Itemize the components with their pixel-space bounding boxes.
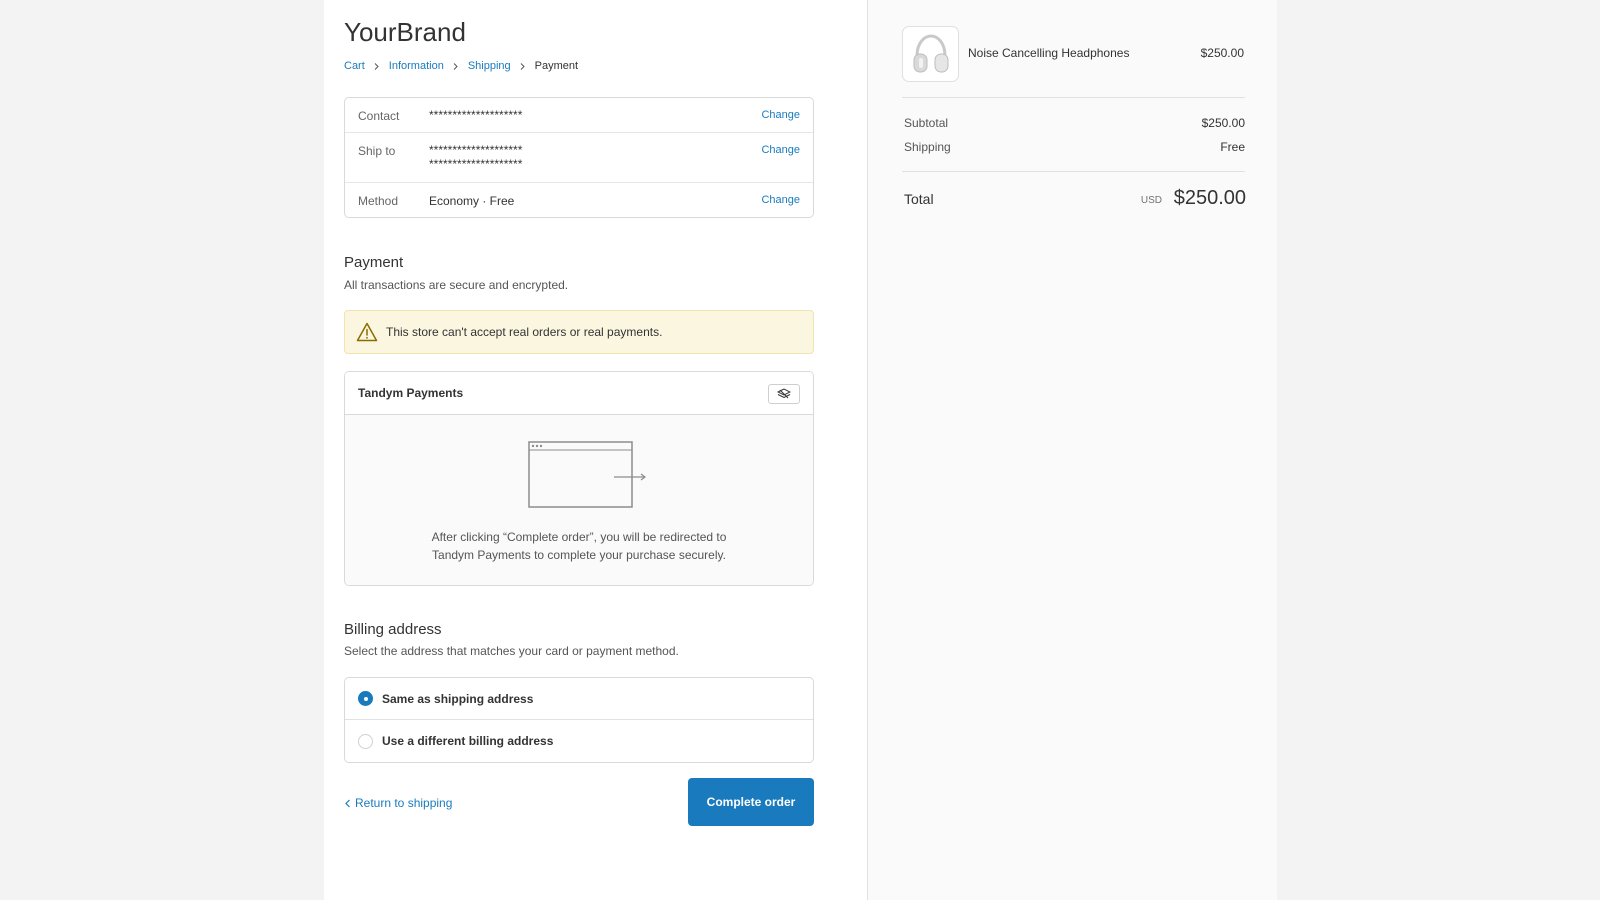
breadcrumb-cart[interactable]: Cart	[344, 60, 365, 72]
change-method-link[interactable]: Change	[761, 194, 800, 206]
payment-provider-logo	[768, 384, 800, 404]
review-row-contact: Contact ******************** Change	[345, 98, 813, 133]
billing-options: Same as shipping address Use a different…	[344, 677, 814, 763]
browser-redirect-icon	[528, 441, 646, 508]
chevron-right-icon	[374, 62, 379, 70]
breadcrumb: Cart Information Shipping Payment	[344, 60, 578, 72]
change-contact-link[interactable]: Change	[761, 109, 800, 121]
billing-option-same[interactable]: Same as shipping address	[345, 678, 813, 720]
review-row-method: Method Economy · Free Change	[345, 183, 813, 217]
warning-icon	[356, 322, 378, 342]
checkout-main: YourBrand Cart Information Shipping Paym…	[324, 0, 867, 900]
brand-logo[interactable]: YourBrand	[344, 17, 466, 48]
complete-order-button[interactable]: Complete order	[688, 778, 814, 826]
ship-to-line-2: ********************	[429, 157, 523, 171]
change-ship-to-link[interactable]: Change	[761, 144, 800, 156]
subtotal-value: $250.00	[1201, 116, 1245, 130]
review-row-ship-to: Ship to ******************** ***********…	[345, 133, 813, 183]
chevron-right-icon	[453, 62, 458, 70]
method-value: Economy · Free	[429, 194, 515, 208]
breadcrumb-information[interactable]: Information	[389, 60, 444, 72]
total-value: $250.00	[1173, 187, 1246, 209]
product-thumbnail	[902, 26, 959, 82]
order-summary: Noise Cancelling Headphones $250.00 Subt…	[867, 0, 1277, 900]
redirect-message: After clicking “Complete order”, you wil…	[345, 528, 813, 564]
billing-option-label: Same as shipping address	[382, 691, 534, 706]
contact-value: ********************	[429, 108, 523, 122]
billing-option-label: Use a different billing address	[382, 734, 554, 748]
shipping-label: Shipping	[904, 140, 951, 154]
payment-provider-name: Tandym Payments	[358, 386, 464, 400]
billing-subtitle: Select the address that matches your car…	[344, 644, 679, 658]
billing-option-different[interactable]: Use a different billing address	[345, 720, 813, 762]
chevron-right-icon	[520, 62, 525, 70]
radio-same-as-shipping[interactable]	[358, 691, 373, 706]
breadcrumb-payment: Payment	[534, 60, 579, 72]
payment-method-box: Tandym Payments After clicking “Complete…	[344, 371, 814, 586]
summary-divider	[902, 171, 1245, 172]
payment-subtitle: All transactions are secure and encrypte…	[344, 278, 569, 292]
summary-divider	[902, 97, 1245, 98]
return-to-shipping-label: Return to shipping	[355, 796, 453, 810]
headphones-image-icon	[913, 34, 948, 73]
payment-redirect-body: After clicking “Complete order”, you wil…	[345, 415, 813, 585]
test-store-notice: This store can't accept real orders or r…	[344, 310, 814, 354]
method-label: Method	[358, 194, 399, 208]
radio-different-billing[interactable]	[358, 733, 373, 749]
shipping-value: Free	[1220, 140, 1245, 154]
billing-heading: Billing address	[344, 621, 442, 638]
payment-provider-header[interactable]: Tandym Payments	[345, 372, 813, 415]
return-to-shipping-link[interactable]: Return to shipping	[344, 796, 452, 810]
ship-to-label: Ship to	[358, 144, 396, 158]
ship-to-line-1: ********************	[429, 143, 523, 157]
tandym-logo-icon	[777, 388, 791, 399]
breadcrumb-shipping[interactable]: Shipping	[468, 60, 511, 72]
payment-heading: Payment	[344, 254, 404, 271]
review-block: Contact ******************** Change Ship…	[344, 97, 814, 218]
total-label: Total	[904, 191, 934, 207]
product-price: $250.00	[1200, 46, 1244, 60]
redirect-message-line-2: Tandym Payments to complete your purchas…	[432, 548, 726, 562]
chevron-left-icon	[345, 799, 350, 807]
total-currency: USD	[1140, 195, 1162, 206]
redirect-message-line-1: After clicking “Complete order”, you wil…	[431, 530, 727, 544]
notice-text: This store can't accept real orders or r…	[386, 325, 663, 339]
product-name: Noise Cancelling Headphones	[968, 46, 1130, 60]
contact-label: Contact	[358, 109, 400, 123]
subtotal-label: Subtotal	[904, 116, 949, 130]
